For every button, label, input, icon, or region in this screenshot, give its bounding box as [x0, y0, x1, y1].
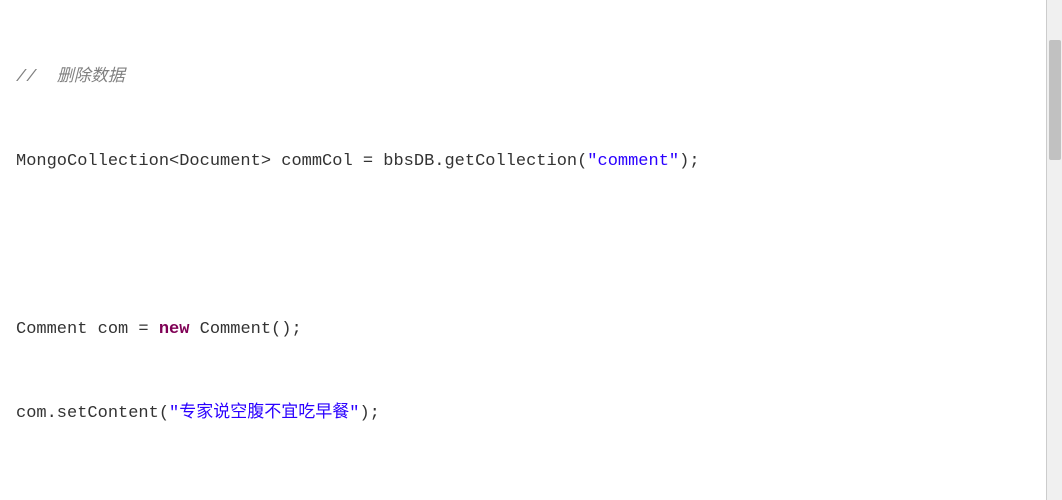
code-line[interactable]: com.setContent("专家说空腹不宜吃早餐"); [16, 400, 1046, 428]
code-line[interactable]: // 删除数据 [16, 64, 1046, 92]
string-literal: "专家说空腹不宜吃早餐" [169, 404, 359, 423]
code-text: Comment(); [189, 320, 301, 339]
comment-text: // 删除数据 [16, 68, 125, 87]
blank-line[interactable] [16, 484, 1046, 500]
code-editor[interactable]: // 删除数据 MongoCollection<Document> commCo… [0, 0, 1062, 500]
code-text: ); [359, 404, 379, 423]
keyword: new [159, 320, 190, 339]
string-literal: "comment" [587, 152, 679, 171]
code-text: ); [679, 152, 699, 171]
code-text: Comment com = [16, 320, 159, 339]
code-line[interactable]: Comment com = new Comment(); [16, 316, 1046, 344]
scrollbar-thumb[interactable] [1049, 40, 1061, 160]
code-line[interactable]: MongoCollection<Document> commCol = bbsD… [16, 148, 1046, 176]
code-text: MongoCollection<Document> commCol = bbsD… [16, 152, 587, 171]
vertical-scrollbar[interactable] [1046, 0, 1062, 500]
blank-line[interactable] [16, 232, 1046, 260]
code-text: com.setContent( [16, 404, 169, 423]
